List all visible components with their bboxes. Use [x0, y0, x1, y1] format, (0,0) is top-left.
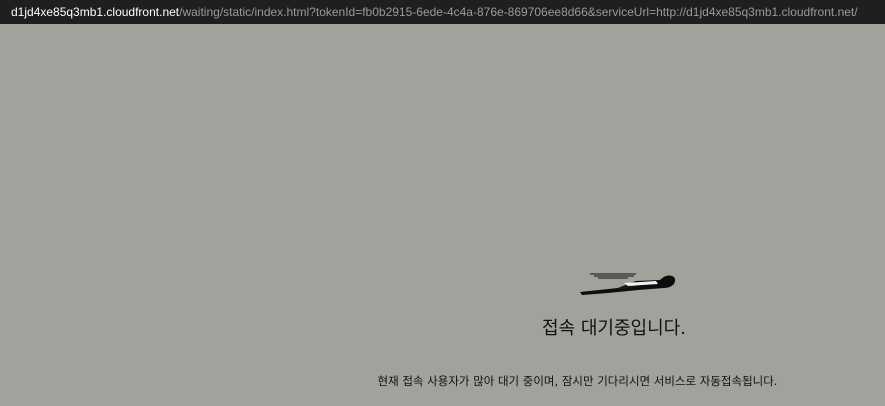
url-host: d1jd4xe85q3mb1.cloudfront.net [11, 5, 180, 19]
flying-person-icon [580, 273, 676, 295]
waiting-page: 접속 대기중입니다. 현재 접속 사용자가 많아 대기 중이며, 잠시만 기다리… [0, 24, 885, 406]
address-bar[interactable]: d1jd4xe85q3mb1.cloudfront.net/waiting/st… [0, 0, 885, 24]
url-path: /waiting/static/index.html?tokenId=fb0b2… [179, 5, 858, 19]
waiting-title: 접속 대기중입니다. [542, 318, 686, 339]
waiting-message: 현재 접속 사용자가 많아 대기 중이며, 잠시만 기다리시면 서비스로 자동접… [377, 374, 778, 388]
